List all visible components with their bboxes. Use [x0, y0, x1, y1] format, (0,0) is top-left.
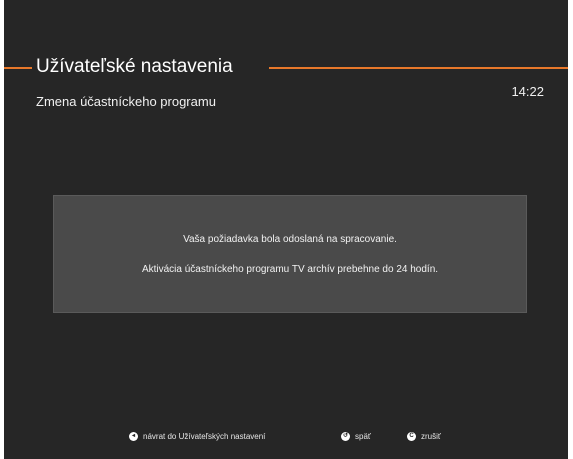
- cancel-label: zrušiť: [421, 432, 441, 441]
- clock: 14:22: [511, 84, 544, 99]
- back-key-icon: ↺: [341, 432, 350, 441]
- message-box: Vaša požiadavka bola odoslaná na spracov…: [53, 195, 527, 313]
- message-line-1: Vaša požiadavka bola odoslaná na spracov…: [183, 234, 397, 245]
- back-to-settings-key-icon: ◂: [129, 432, 138, 441]
- tv-screen: Užívateľské nastavenia Zmena účastníckeh…: [4, 0, 568, 459]
- title-row: Užívateľské nastavenia: [4, 54, 568, 80]
- back-to-settings-hint[interactable]: ◂ návrat do Užívateľských nastavení: [129, 432, 265, 441]
- page-title: Užívateľské nastavenia: [36, 56, 233, 77]
- cancel-hint[interactable]: C zrušiť: [407, 432, 441, 441]
- back-label: späť: [355, 432, 371, 441]
- message-line-2: Aktivácia účastníckeho programu TV archí…: [141, 264, 439, 275]
- title-accent-line-left: [4, 67, 32, 69]
- page-subtitle: Zmena účastníckeho programu: [36, 94, 216, 109]
- back-to-settings-label: návrat do Užívateľských nastavení: [143, 432, 266, 441]
- back-hint[interactable]: ↺ späť: [341, 432, 371, 441]
- cancel-key-icon: C: [407, 432, 416, 441]
- title-accent-line-right: [269, 67, 568, 69]
